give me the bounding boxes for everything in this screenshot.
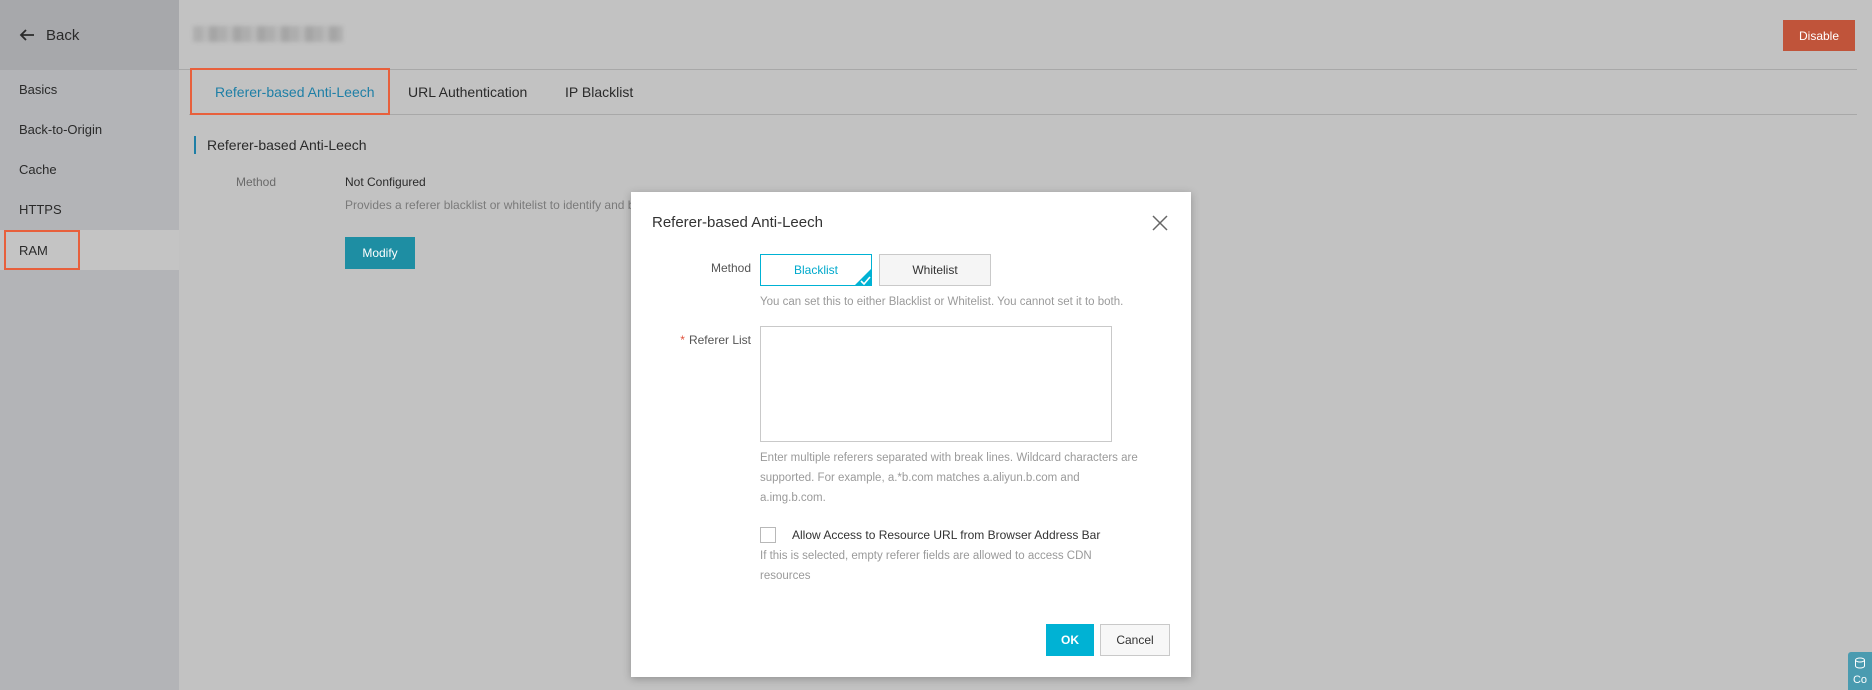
back-label: Back <box>46 26 80 44</box>
page-title-redacted <box>193 26 343 42</box>
whitelist-option[interactable]: Whitelist <box>879 254 991 286</box>
required-icon: * <box>680 333 685 347</box>
allow-hint-line-2: resources <box>760 570 811 582</box>
tab-ip-blacklist[interactable]: IP Blacklist <box>565 72 633 112</box>
arrow-left-icon <box>19 29 34 41</box>
whitelist-label: Whitelist <box>912 263 958 277</box>
referer-list-input[interactable] <box>760 326 1112 442</box>
blacklist-option[interactable]: Blacklist <box>760 254 872 286</box>
referer-list-label: * Referer List <box>631 333 751 347</box>
sidebar-item-label: HTTPS <box>19 201 62 217</box>
dialog-method-label: Method <box>710 261 751 275</box>
tabs-divider <box>189 114 1857 115</box>
tab-label: Referer-based Anti-Leech <box>215 84 375 100</box>
sidebar-item-back-to-origin[interactable]: Back-to-Origin <box>0 109 179 149</box>
tab-url-authentication[interactable]: URL Authentication <box>408 72 527 112</box>
allow-address-bar-checkbox[interactable] <box>760 527 776 543</box>
side-widget[interactable]: Co <box>1848 652 1872 690</box>
tab-label: URL Authentication <box>408 84 528 100</box>
sidebar-item-ram[interactable]: RAM <box>0 230 179 270</box>
blacklist-label: Blacklist <box>793 263 838 277</box>
referer-hint-line-3: a.img.b.com. <box>760 492 826 504</box>
allow-hint-line-1: If this is selected, empty referer field… <box>760 550 1092 562</box>
sidebar-item-cache[interactable]: Cache <box>0 149 179 189</box>
referer-hint-line-1: Enter multiple referers separated with b… <box>760 452 1138 464</box>
tab-label: IP Blacklist <box>565 84 634 100</box>
close-icon[interactable] <box>1150 213 1170 233</box>
sidebar-item-basics[interactable]: Basics <box>0 69 179 109</box>
referer-anti-leech-dialog: Referer-based Anti-Leech Method Blacklis… <box>631 192 1191 677</box>
side-widget-label: Co <box>1852 674 1868 686</box>
referer-hint-line-2: supported. For example, a.*b.com matches… <box>760 472 1080 484</box>
modify-button[interactable]: Modify <box>345 237 415 269</box>
allow-address-bar-label[interactable]: Allow Access to Resource URL from Browse… <box>792 528 1100 542</box>
section-title: Referer-based Anti-Leech <box>194 136 367 154</box>
sidebar: Back Basics Back-to-Origin Cache HTTPS R… <box>0 0 179 690</box>
ok-button[interactable]: OK <box>1046 624 1094 656</box>
back-button[interactable]: Back <box>0 0 179 70</box>
header-divider <box>179 69 1857 70</box>
sidebar-item-label: Cache <box>19 161 57 177</box>
tab-referer-anti-leech[interactable]: Referer-based Anti-Leech <box>215 72 375 112</box>
sidebar-item-https[interactable]: HTTPS <box>0 189 179 229</box>
database-icon <box>1855 657 1865 669</box>
sidebar-item-label: RAM <box>19 242 48 258</box>
disable-button[interactable]: Disable <box>1783 20 1855 51</box>
sidebar-item-label: Basics <box>19 81 58 97</box>
dialog-title: Referer-based Anti-Leech <box>652 214 823 231</box>
method-value: Not Configured <box>345 175 426 189</box>
check-corner-icon <box>855 269 871 285</box>
sidebar-item-label: Back-to-Origin <box>19 121 103 137</box>
cancel-button[interactable]: Cancel <box>1100 624 1170 656</box>
method-description: Provides a referer blacklist or whitelis… <box>345 198 635 212</box>
method-hint: You can set this to either Blacklist or … <box>760 296 1124 308</box>
method-label: Method <box>236 175 277 189</box>
referer-list-label-text: Referer List <box>688 333 751 347</box>
